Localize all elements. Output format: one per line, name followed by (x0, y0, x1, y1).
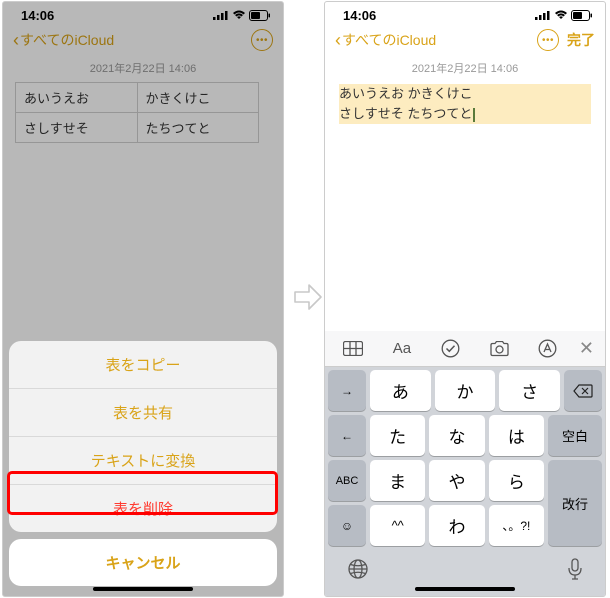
note-timestamp: 2021年2月22日 14:06 (3, 56, 283, 82)
done-button[interactable]: 完了 (567, 30, 595, 50)
kb-tool-close[interactable]: ✕ (572, 338, 601, 359)
note-timestamp: 2021年2月22日 14:06 (325, 56, 605, 82)
key-space[interactable]: 空白 (548, 415, 602, 456)
text-cursor (473, 108, 475, 122)
key-small[interactable]: ^^ (370, 505, 425, 546)
home-indicator[interactable] (415, 587, 515, 591)
status-icons (535, 10, 593, 21)
back-label: すべてのiCloud (20, 30, 114, 50)
table-cell[interactable]: さしすせそ (16, 113, 138, 143)
table-row: あいうえお かきくけこ (16, 83, 259, 113)
key-ra[interactable]: ら (489, 460, 544, 501)
keyboard-toolbar: Aa ✕ (325, 331, 605, 367)
table-container: あいうえお かきくけこ さしすせそ たちつてと (3, 82, 283, 143)
key-punct[interactable]: 、。?! (489, 505, 544, 546)
mic-icon[interactable] (567, 558, 583, 580)
highlight-annotation (7, 471, 278, 515)
kb-tool-table[interactable] (329, 341, 378, 356)
key-ma[interactable]: ま (370, 460, 425, 501)
action-share-table[interactable]: 表を共有 (9, 389, 277, 437)
back-button[interactable]: ‹ すべてのiCloud (335, 30, 436, 51)
status-icons (213, 10, 271, 21)
action-copy-table[interactable]: 表をコピー (9, 341, 277, 389)
status-time: 14:06 (21, 8, 54, 23)
key-ha[interactable]: は (489, 415, 544, 456)
back-label: すべてのiCloud (342, 30, 436, 50)
nav-bar: ‹ すべてのiCloud ••• (3, 24, 283, 56)
chevron-left-icon: ‹ (13, 30, 19, 51)
note-body[interactable]: あいうえお かきくけこ さしすせそ たちつてと (325, 82, 605, 126)
nav-bar: ‹ すべてのiCloud ••• 完了 (325, 24, 605, 56)
key-return[interactable]: 改行 (548, 460, 602, 546)
key-abc[interactable]: ABC (328, 460, 366, 501)
key-arrow-right[interactable]: → (328, 370, 366, 411)
note-line: あいうえお かきくけこ (339, 84, 591, 104)
key-backspace[interactable] (564, 370, 602, 411)
keyboard: Aa ✕ → あ か さ ← た な は 空白 ABC ま (325, 331, 605, 596)
globe-icon[interactable] (347, 558, 369, 580)
key-arrow-left[interactable]: ← (328, 415, 366, 456)
status-time: 14:06 (343, 8, 376, 23)
phone-right: 14:06 ‹ すべてのiCloud ••• 完了 2021年2月22日 14:… (324, 1, 606, 597)
kb-tool-checklist[interactable] (426, 339, 475, 358)
key-ta[interactable]: た (370, 415, 425, 456)
chevron-left-icon: ‹ (335, 30, 341, 51)
key-ya[interactable]: や (429, 460, 484, 501)
home-indicator[interactable] (93, 587, 193, 591)
key-emoji[interactable]: ☺ (328, 505, 366, 546)
key-ka[interactable]: か (435, 370, 496, 411)
arrow-right-icon (291, 280, 325, 314)
table-cell[interactable]: かきくけこ (137, 83, 259, 113)
status-bar: 14:06 (325, 2, 605, 24)
keyboard-keys: → あ か さ ← た な は 空白 ABC ま や ら 改行 ☺ (325, 367, 605, 546)
action-sheet: 表をコピー 表を共有 テキストに変換 表を削除 キャンセル (3, 335, 283, 596)
kb-tool-markup[interactable] (523, 339, 572, 358)
note-line: さしすせそ たちつてと (339, 104, 591, 124)
table-cell[interactable]: あいうえお (16, 83, 138, 113)
table-cell[interactable]: たちつてと (137, 113, 259, 143)
kb-tool-format[interactable]: Aa (378, 340, 427, 357)
more-button[interactable]: ••• (251, 29, 273, 51)
phone-left: 14:06 ‹ すべてのiCloud ••• 2021年2月22日 14:06 … (2, 1, 284, 597)
key-a[interactable]: あ (370, 370, 431, 411)
more-button[interactable]: ••• (537, 29, 559, 51)
key-na[interactable]: な (429, 415, 484, 456)
key-sa[interactable]: さ (499, 370, 560, 411)
back-button[interactable]: ‹ すべてのiCloud (13, 30, 114, 51)
cancel-button[interactable]: キャンセル (9, 539, 277, 586)
status-bar: 14:06 (3, 2, 283, 24)
key-wa[interactable]: わ (429, 505, 484, 546)
table-row: さしすせそ たちつてと (16, 113, 259, 143)
note-table[interactable]: あいうえお かきくけこ さしすせそ たちつてと (15, 82, 259, 143)
kb-tool-camera[interactable] (475, 341, 524, 357)
